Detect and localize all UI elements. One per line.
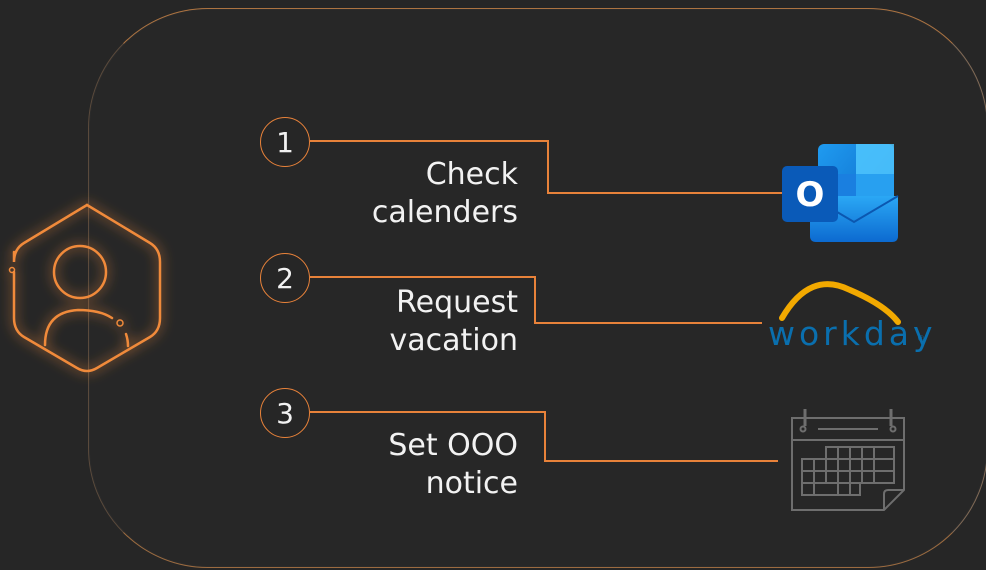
step-2-label: Request vacation xyxy=(278,284,518,360)
step-3-label-line2: notice xyxy=(425,466,518,501)
user-persona-icon xyxy=(8,203,162,373)
step-1-label-line2: calenders xyxy=(371,195,518,230)
step-2-label-line2: vacation xyxy=(389,323,518,358)
step-1-label-line1: Check xyxy=(425,157,518,192)
svg-text:O: O xyxy=(796,175,825,215)
step-3-label-line1: Set OOO xyxy=(388,428,518,463)
step-1-label: Check calenders xyxy=(278,156,518,232)
workday-registered-mark: ® xyxy=(918,334,924,343)
workday-logo: workday xyxy=(768,314,937,353)
diagram-stage: O 1 2 3 Check calenders Request vacation… xyxy=(0,0,986,570)
outlook-icon: O xyxy=(782,144,899,242)
step-3-label: Set OOO notice xyxy=(278,427,518,503)
calendar-icon xyxy=(791,409,905,511)
step-2-label-line1: Request xyxy=(396,285,518,320)
